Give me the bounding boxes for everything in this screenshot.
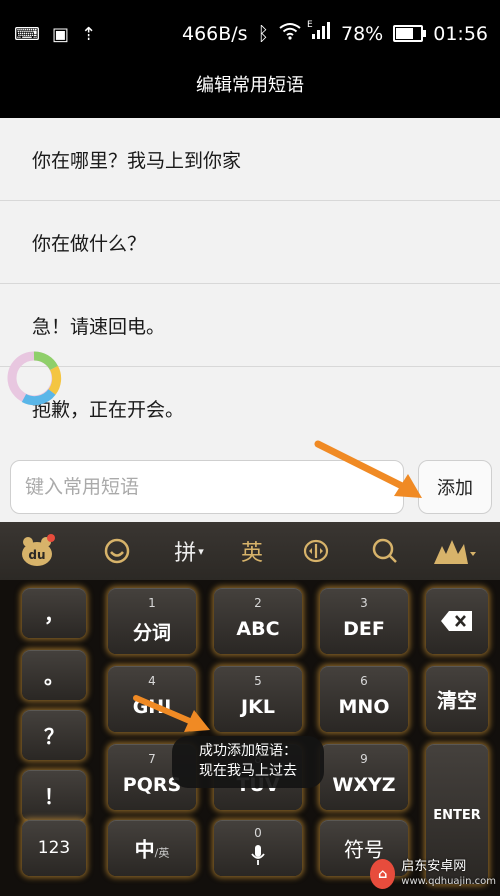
key-question[interactable]: ？ xyxy=(22,710,86,760)
lang-main-label: 中 xyxy=(134,837,155,862)
key-exclamation[interactable]: ！ xyxy=(22,770,86,820)
signal-icon: E xyxy=(307,20,331,45)
backspace-icon xyxy=(441,611,472,631)
wifi-icon xyxy=(279,22,301,45)
phrase-item[interactable]: 你在哪里？我马上到你家 xyxy=(0,118,500,201)
watermark-url: www.qdhuajin.com xyxy=(401,876,496,887)
lang-sub-label: /英 xyxy=(154,846,170,860)
keyboard-icon: ⌨ xyxy=(14,24,40,45)
keyboard-toolbar: du 拼 ▾ 英 xyxy=(0,522,500,580)
pinyin-mode-button[interactable]: 拼 ▾ xyxy=(166,534,212,568)
number-mode-key[interactable]: 123 xyxy=(22,820,86,876)
baidu-logo-icon[interactable]: du xyxy=(18,534,58,568)
key-period[interactable]: 。 xyxy=(22,650,86,700)
emoji-icon[interactable] xyxy=(100,534,134,568)
dropdown-arrow-icon: ▾ xyxy=(198,544,204,558)
phrase-list: 你在哪里？我马上到你家 你在做什么？ 急！请速回电。 抱歉，正在开会。 xyxy=(0,118,500,454)
battery-percent: 78% xyxy=(341,22,384,45)
watermark-logo-icon: ⌂ xyxy=(370,859,396,889)
toast-line-2: 现在我马上过去 xyxy=(199,763,297,779)
search-icon[interactable] xyxy=(368,534,402,568)
key-3[interactable]: 3 DEF xyxy=(320,588,408,654)
key-9[interactable]: 9 WXYZ xyxy=(320,744,408,810)
annotation-arrow-icon xyxy=(314,440,422,498)
watermark: ⌂ 启东安卓网 www.qdhuajin.com xyxy=(370,856,496,892)
pinyin-label: 拼 xyxy=(174,541,197,566)
annotation-arrow-icon xyxy=(133,695,210,732)
battery-icon xyxy=(393,25,427,42)
language-switch-key[interactable]: 中/英 xyxy=(108,820,196,876)
english-mode-button[interactable]: 英 xyxy=(234,534,270,568)
page-title: 编辑常用短语 xyxy=(0,68,500,118)
clock: 01:56 xyxy=(433,22,488,45)
key-comma[interactable]: ， xyxy=(22,588,86,638)
status-bar: ⌨ ▣ ⇡ 466B/s ᛒ E 78% 01:56 xyxy=(0,0,500,68)
key-2[interactable]: 2 ABC xyxy=(214,588,302,654)
cursor-move-icon[interactable] xyxy=(298,534,334,568)
backspace-key[interactable] xyxy=(426,588,488,654)
phrase-item[interactable]: 你在做什么？ xyxy=(0,201,500,284)
phrase-text: 急！请速回电。 xyxy=(32,315,166,338)
network-speed: 466B/s xyxy=(181,22,248,45)
key-6[interactable]: 6 MNO xyxy=(320,666,408,732)
phrase-item[interactable]: 急！请速回电。 xyxy=(0,284,500,367)
watermark-name: 启东安卓网 xyxy=(401,859,467,874)
bluetooth-icon: ᛒ xyxy=(257,22,269,45)
clear-key[interactable]: 清空 xyxy=(426,666,488,732)
signal-type-label: E xyxy=(307,20,313,30)
key-1[interactable]: 1 分词 xyxy=(108,588,196,654)
skin-menu-icon[interactable] xyxy=(430,534,480,568)
svg-text:du: du xyxy=(28,548,45,562)
loading-spinner-icon xyxy=(7,351,62,406)
success-toast: 成功添加短语： 现在我马上过去 xyxy=(172,736,324,788)
key-0-space[interactable]: 0 xyxy=(214,820,302,876)
image-icon: ▣ xyxy=(51,24,69,45)
phrase-text: 你在做什么？ xyxy=(32,232,147,255)
toast-line-1: 成功添加短语： xyxy=(199,743,297,759)
microphone-icon xyxy=(251,845,265,865)
key-5[interactable]: 5 JKL xyxy=(214,666,302,732)
phrase-text: 你在哪里？我马上到你家 xyxy=(32,149,242,172)
upload-icon: ⇡ xyxy=(81,24,97,45)
